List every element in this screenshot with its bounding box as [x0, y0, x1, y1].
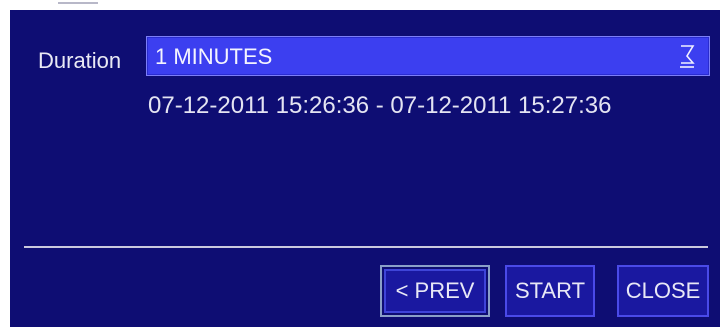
dropdown-icon[interactable] — [679, 43, 695, 69]
duration-label: Duration — [38, 48, 122, 73]
duration-dialog: Duration 1 MINUTES 07-12-2011 15:26:36 -… — [10, 10, 720, 327]
start-button[interactable]: START — [505, 265, 595, 317]
close-button[interactable]: CLOSE — [617, 265, 709, 317]
prev-button[interactable]: < PREV — [380, 265, 490, 317]
top-edge-mark — [58, 2, 98, 10]
duration-value: 1 MINUTES — [155, 44, 273, 69]
duration-select[interactable]: 1 MINUTES — [146, 36, 710, 76]
divider — [24, 246, 708, 248]
top-edge — [0, 0, 720, 10]
time-range: 07-12-2011 15:26:36 - 07-12-2011 15:27:3… — [148, 92, 612, 119]
